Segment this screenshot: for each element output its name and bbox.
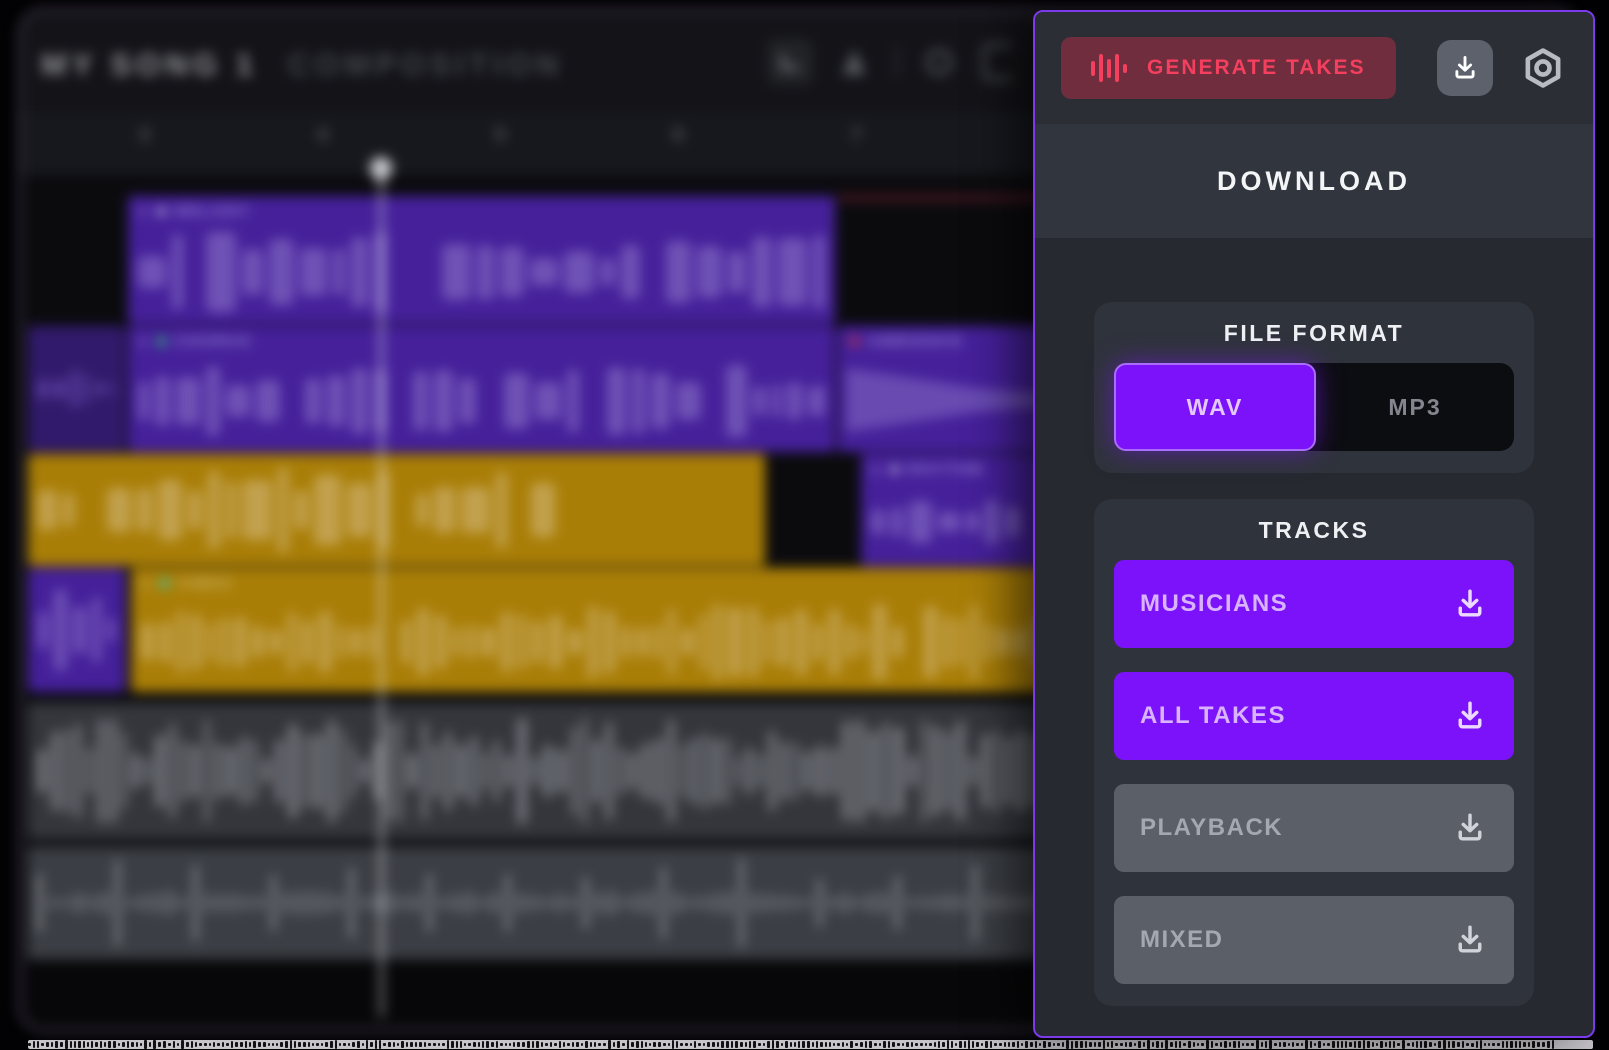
download-icon [1452,810,1488,846]
generate-takes-label: GENERATE TAKES [1147,56,1366,80]
download-panel-button[interactable] [1437,40,1493,96]
ruler-mark: 6 [673,125,684,147]
generate-takes-button[interactable]: GENERATE TAKES [1061,37,1396,99]
melody-clip: MELODY [128,196,835,324]
tracks-card: TRACKS MUSICIANS ALL TAKES PLAYBACK MIXE… [1094,499,1534,1006]
track-label: MELODY [175,203,251,220]
panel-toolbar: GENERATE TAKES [1035,12,1593,124]
track-label: AMBIENCE [868,333,964,350]
clip-play-icon [140,337,148,347]
intro-clip [28,326,125,452]
vibes-clip: VIBES [131,568,1083,692]
song-subtitle: COMPOSITION [288,47,563,83]
tracks-list: MUSICIANS ALL TAKES PLAYBACK MIXED [1114,560,1514,984]
ruler-mark: 3 [139,125,150,147]
format-option-wav[interactable]: WAV [1114,363,1316,451]
settings-button[interactable] [1519,44,1567,92]
download-musicians-button[interactable]: MUSICIANS [1114,560,1514,648]
track-color-dot [850,337,859,346]
clip-play-icon [143,579,151,589]
file-format-card: FILE FORMAT WAV MP3 [1094,302,1534,473]
waveform-icon [1091,54,1127,82]
track-label: CHORUS [175,333,252,350]
gear-icon [1520,45,1566,91]
ruler-mark: 5 [495,125,506,147]
song-title: MY SONG 1 [41,47,258,83]
ruler-mark: 7 [851,125,862,147]
format-option-mp3[interactable]: MP3 [1316,363,1514,451]
file-format-toggle: WAV MP3 [1114,363,1514,451]
download-all-takes-button[interactable]: ALL TAKES [1114,672,1514,760]
loop-icon [922,41,956,83]
tracks-heading: TRACKS [1114,517,1514,544]
toolbar-divider [895,45,898,79]
pickup-clip [28,568,125,692]
download-icon [1450,53,1480,83]
download-panel: GENERATE TAKES DOWNLOAD FILE FORMAT WAV … [1033,10,1595,1038]
track-label: RHYTHM [908,461,984,478]
daw-toolbar-icons [767,39,1014,85]
bottom-waveform-strip [28,1040,1593,1049]
download-mixed-button[interactable]: MIXED [1114,896,1514,984]
clip-play-icon [140,207,148,217]
percussion-clip [28,454,765,566]
playhead-line [380,161,383,1017]
song-titlebox: MY SONG 1 COMPOSITION [41,47,563,83]
download-icon [1452,698,1488,734]
clipped-panel-icon [980,41,1014,83]
panel-title: DOWNLOAD [1035,124,1593,238]
track-color-dot [157,207,166,216]
download-icon [1452,922,1488,958]
clip-play-icon [873,465,881,475]
download-icon [1452,586,1488,622]
chorus-clip: CHORUS [128,326,835,452]
file-format-heading: FILE FORMAT [1114,320,1514,347]
track-color-dot [890,465,899,474]
ruler-mark: 4 [317,125,328,147]
panel-body: FILE FORMAT WAV MP3 TRACKS MUSICIANS ALL… [1035,238,1593,1006]
track-color-dot [160,579,169,588]
notification-icon [837,41,871,83]
track-label: VIBES [178,575,233,592]
track-color-dot [157,337,166,346]
metronome-icon [767,39,813,85]
download-playback-button[interactable]: PLAYBACK [1114,784,1514,872]
